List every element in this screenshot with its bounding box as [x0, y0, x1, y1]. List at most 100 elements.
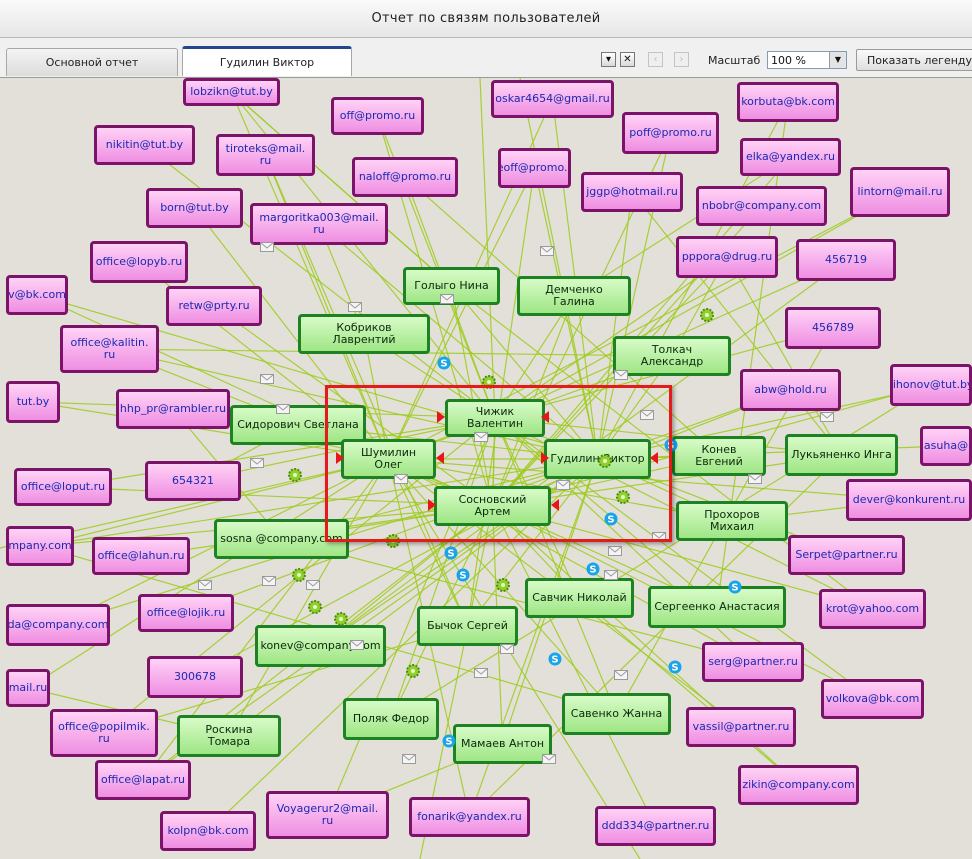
envelope-icon	[306, 578, 320, 592]
arrow-left-icon[interactable]: ‹	[648, 52, 663, 67]
email-node[interactable]: vassil@partner.ru	[686, 707, 796, 747]
email-node[interactable]: tut.by	[6, 381, 60, 423]
email-node[interactable]: naloff@promo.ru	[352, 157, 458, 197]
arrow-right-icon	[336, 452, 344, 464]
email-node[interactable]: 300678	[147, 656, 243, 698]
email-node[interactable]: serg@partner.ru	[702, 642, 804, 682]
email-node[interactable]: retw@prty.ru	[166, 286, 262, 326]
envelope-icon	[608, 544, 622, 558]
email-node[interactable]: nikitin@tut.by	[94, 125, 195, 165]
scale-select[interactable]: 100 % ▼	[767, 51, 847, 69]
skype-icon: S	[586, 562, 600, 576]
envelope-icon	[260, 372, 274, 386]
person-node[interactable]: Савчик Николай	[525, 578, 634, 618]
email-node[interactable]: oskar4654@gmail.ru	[491, 80, 614, 118]
graph-canvas[interactable]: lobzikn@tut.by oskar4654@gmail.ru korbuta@…	[0, 78, 972, 859]
chevron-down-icon[interactable]: ▾	[601, 52, 616, 67]
person-node[interactable]: Лукьяненко Инга	[785, 434, 898, 476]
window-title: Отчет по связям пользователей	[0, 0, 972, 38]
email-node[interactable]: 456789	[785, 307, 881, 349]
svg-text:S: S	[731, 583, 738, 594]
person-node[interactable]: Роскина Томара	[177, 715, 281, 757]
email-node[interactable]: zikin@company.com	[738, 765, 859, 805]
email-node[interactable]: abw@hold.ru	[740, 369, 841, 411]
close-icon[interactable]: ✕	[620, 52, 635, 67]
person-node[interactable]: Поляк Федор	[343, 698, 439, 740]
email-node[interactable]: office@lojik.ru	[138, 594, 234, 632]
email-node[interactable]: kolpn@bk.com	[160, 811, 256, 851]
arrow-right-icon	[541, 452, 549, 464]
arrow-left-icon	[436, 452, 444, 464]
email-node[interactable]: lintorn@mail.ru	[850, 167, 950, 217]
email-node[interactable]: poff@promo.ru	[622, 112, 719, 154]
svg-text:S: S	[447, 549, 454, 560]
email-node[interactable]: v@bk.com	[6, 275, 68, 315]
person-node[interactable]: Конев Евгений	[672, 436, 766, 476]
tab-main-report[interactable]: Основной отчет	[6, 48, 178, 76]
email-node[interactable]: korbuta@bk.com	[737, 82, 839, 122]
show-legend-button[interactable]: Показать легенду	[856, 49, 972, 71]
gear-icon	[288, 468, 302, 482]
email-node[interactable]: ddd334@partner.ru	[595, 806, 716, 846]
email-node[interactable]: office@lapat.ru	[95, 760, 191, 800]
chevron-down-icon[interactable]: ▼	[829, 52, 846, 68]
email-node[interactable]: fonarik@yandex.ru	[409, 797, 530, 837]
email-node[interactable]: eeoff@promo.ru	[498, 148, 571, 188]
email-node[interactable]: pppora@drug.ru	[676, 236, 778, 278]
email-node[interactable]: mpany.com	[6, 526, 74, 566]
person-node[interactable]: Демченко Галина	[517, 276, 631, 316]
email-node[interactable]: born@tut.by	[146, 188, 243, 228]
email-node[interactable]: 654321	[145, 461, 241, 501]
email-node[interactable]: margoritka003@mail. ru	[250, 203, 388, 245]
gear-icon	[700, 308, 714, 322]
email-node[interactable]: Voyagerur2@mail. ru	[266, 791, 389, 839]
email-node[interactable]: elka@yandex.ru	[740, 138, 841, 176]
gear-icon	[496, 578, 510, 592]
skype-icon: S	[442, 734, 456, 748]
email-node[interactable]: nbobr@company.com	[696, 186, 827, 226]
scale-value: 100 %	[771, 54, 806, 67]
person-node[interactable]: Сергеенко Анастасия	[648, 586, 786, 628]
skype-icon: S	[437, 356, 451, 370]
email-node[interactable]: office@loput.ru	[14, 468, 112, 506]
email-node[interactable]: volkova@bk.com	[821, 679, 924, 719]
skype-icon: S	[456, 568, 470, 582]
skype-icon: S	[548, 652, 562, 666]
email-node[interactable]: asuha@	[920, 426, 972, 466]
person-node[interactable]: Толкач Александр	[613, 336, 731, 376]
email-node[interactable]: Serpet@partner.ru	[788, 535, 905, 575]
email-node[interactable]: hhp_pr@rambler.ru	[116, 389, 230, 429]
email-node[interactable]: tihonov@tut.by	[890, 364, 972, 406]
person-node[interactable]: Савенко Жанна	[562, 693, 671, 735]
envelope-icon	[748, 472, 762, 486]
arrow-right-icon[interactable]: ›	[674, 52, 689, 67]
email-node[interactable]: mail.ru	[6, 669, 50, 707]
email-node[interactable]: off@promo.ru	[331, 97, 424, 135]
email-node[interactable]: office@popilmik. ru	[50, 709, 158, 757]
person-node[interactable]: Бычок Сергей	[417, 606, 518, 646]
email-node[interactable]: da@company.com	[6, 604, 110, 646]
person-node[interactable]: Прохоров Михаил	[676, 501, 788, 541]
envelope-icon	[542, 752, 556, 766]
gear-icon	[334, 612, 348, 626]
person-node[interactable]: Мамаев Антон	[453, 724, 552, 764]
envelope-icon	[198, 578, 212, 592]
arrow-left-icon	[541, 411, 549, 423]
email-node[interactable]: 456719	[796, 239, 896, 281]
email-node[interactable]: office@kalitin. ru	[60, 325, 159, 373]
envelope-icon	[262, 574, 276, 588]
email-node[interactable]: office@lopyb.ru	[90, 241, 188, 283]
email-node[interactable]: jggp@hotmail.ru	[581, 172, 683, 212]
edge-line	[479, 78, 496, 419]
email-node[interactable]: lobzikn@tut.by	[183, 78, 280, 106]
person-node[interactable]: Кобриков Лаврентий	[298, 314, 430, 354]
envelope-icon	[604, 568, 618, 582]
email-node[interactable]: krot@yahoo.com	[819, 589, 926, 629]
person-node[interactable]: konev@company.com	[255, 625, 386, 667]
email-node[interactable]: office@lahun.ru	[92, 537, 190, 575]
envelope-icon	[440, 292, 454, 306]
email-node[interactable]: dever@konkurent.ru	[846, 479, 972, 521]
gear-icon	[292, 568, 306, 582]
tab-gudilin-viktor[interactable]: Гудилин Виктор	[182, 46, 352, 76]
email-node[interactable]: tiroteks@mail. ru	[216, 134, 315, 176]
